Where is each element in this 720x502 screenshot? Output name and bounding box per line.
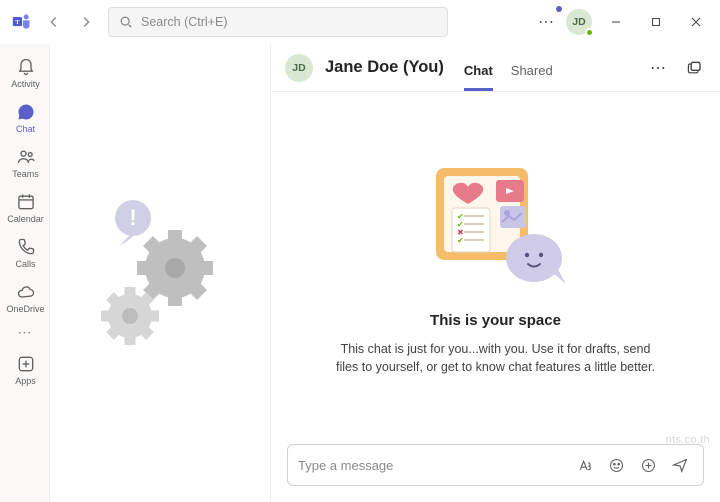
search-input[interactable]: Search (Ctrl+E)	[108, 7, 448, 37]
chat-icon	[15, 101, 37, 123]
empty-title: This is your space	[430, 312, 561, 329]
rail-item-calls[interactable]: Calls	[1, 230, 49, 273]
emoji-button[interactable]	[603, 452, 629, 478]
tab-chat[interactable]: Chat	[464, 63, 493, 91]
svg-text:!: !	[129, 205, 136, 230]
rail-item-apps[interactable]: Apps	[1, 347, 49, 390]
window-close-button[interactable]	[676, 6, 716, 38]
rail-more-button[interactable]: ⋯	[18, 324, 32, 341]
chat-more-button[interactable]: ⋯	[646, 54, 670, 82]
tab-shared[interactable]: Shared	[511, 63, 553, 91]
people-icon	[15, 146, 37, 168]
watermark-text: nts.co.th	[666, 434, 710, 446]
phone-icon	[15, 236, 37, 258]
rail-item-calendar[interactable]: Calendar	[1, 185, 49, 228]
format-button[interactable]	[571, 452, 597, 478]
rail-label: Chat	[16, 124, 35, 134]
rail-label: Activity	[11, 79, 40, 89]
rail-item-teams[interactable]: Teams	[1, 140, 49, 183]
chat-title: Jane Doe (You)	[325, 58, 444, 77]
chat-avatar[interactable]: JD	[285, 54, 313, 82]
rail-label: Calendar	[7, 214, 44, 224]
rail-item-onedrive[interactable]: OneDrive	[1, 275, 49, 318]
bell-icon	[15, 56, 37, 78]
svg-text:✔: ✔	[457, 236, 464, 245]
rail-label: Teams	[12, 169, 39, 179]
app-rail: Activity Chat Teams Calendar Calls OneDr…	[0, 44, 50, 502]
gears-illustration: !	[75, 188, 245, 358]
svg-text:T: T	[15, 19, 20, 26]
cloud-icon	[15, 281, 37, 303]
rail-item-activity[interactable]: Activity	[1, 50, 49, 93]
notification-dot-icon	[556, 6, 562, 12]
your-space-illustration: ✔✔✖✔	[406, 150, 586, 300]
message-input[interactable]	[298, 458, 565, 473]
apps-icon	[15, 353, 37, 375]
open-in-new-window-button[interactable]	[682, 56, 706, 80]
rail-label: Apps	[15, 376, 36, 386]
chat-header: JD Jane Doe (You) Chat Shared ⋯	[271, 44, 720, 92]
nav-forward-button[interactable]	[72, 8, 100, 36]
attach-actions-button[interactable]	[635, 452, 661, 478]
send-button[interactable]	[667, 452, 693, 478]
window-minimize-button[interactable]	[596, 6, 636, 38]
nav-back-button[interactable]	[40, 8, 68, 36]
chat-list-pane: !	[50, 44, 270, 502]
titlebar: T Search (Ctrl+E) ⋯ JD	[0, 0, 720, 44]
message-composer[interactable]	[287, 444, 704, 486]
rail-label: OneDrive	[6, 304, 44, 314]
chat-main: JD Jane Doe (You) Chat Shared ⋯	[270, 44, 720, 502]
search-placeholder: Search (Ctrl+E)	[141, 15, 227, 29]
calendar-icon	[15, 191, 37, 213]
rail-label: Calls	[15, 259, 35, 269]
search-icon	[119, 15, 133, 29]
avatar-initials: JD	[572, 16, 585, 28]
settings-more-button[interactable]: ⋯	[532, 8, 560, 36]
empty-state: ✔✔✖✔ This is your space This chat is jus…	[271, 92, 720, 434]
profile-avatar[interactable]: JD	[566, 9, 592, 35]
window-maximize-button[interactable]	[636, 6, 676, 38]
rail-item-chat[interactable]: Chat	[1, 95, 49, 138]
presence-available-icon	[585, 28, 594, 37]
teams-logo-icon: T	[10, 10, 34, 34]
empty-body: This chat is just for you...with you. Us…	[331, 341, 661, 376]
